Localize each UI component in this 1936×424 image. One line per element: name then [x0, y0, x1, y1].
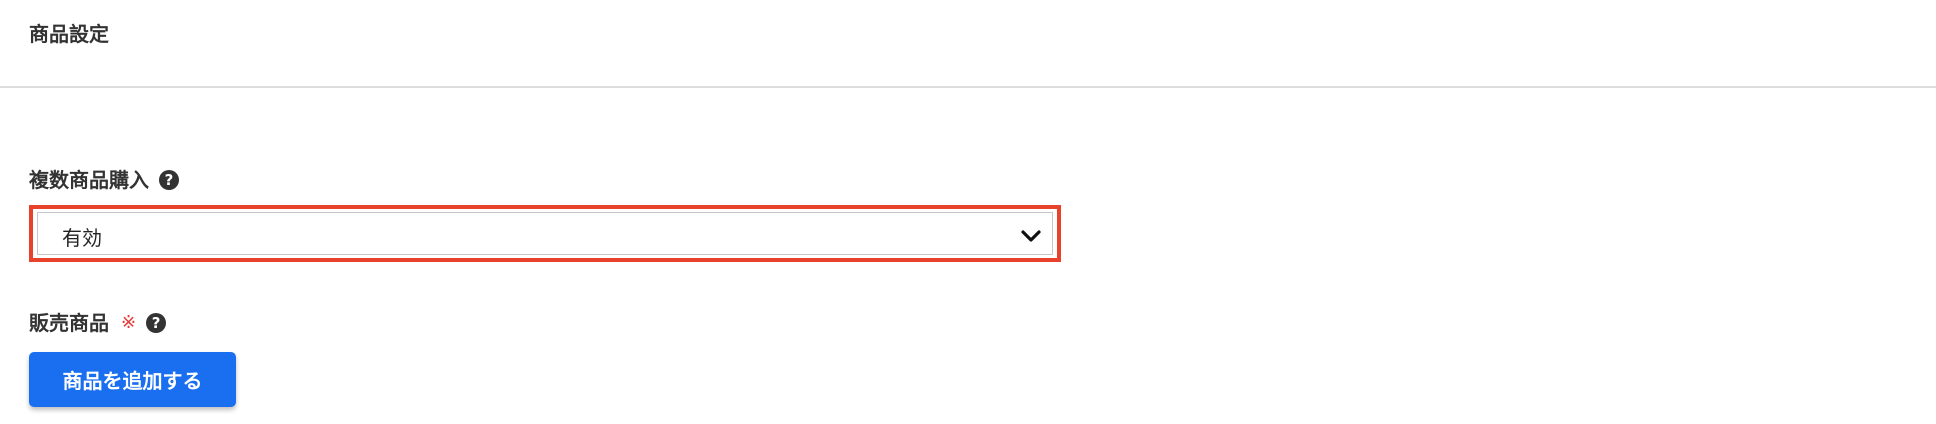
add-product-button[interactable]: 商品を追加する — [29, 352, 236, 407]
multi-purchase-label: 複数商品購入 — [29, 168, 149, 192]
multi-purchase-select-value: 有効 — [62, 226, 102, 250]
products-label: 販売商品 — [29, 311, 109, 335]
multi-purchase-select-highlight: 有効 — [29, 205, 1061, 262]
multi-purchase-label-row: 複数商品購入 ? — [29, 166, 179, 194]
product-settings-page: 商品設定 複数商品購入 ? 有効 販売商品 ※ ? 商品を追加する — [0, 0, 1936, 424]
section-title: 商品設定 — [29, 22, 109, 46]
required-mark: ※ — [121, 312, 137, 333]
chevron-down-icon — [1021, 230, 1041, 242]
section-header: 商品設定 — [0, 0, 1936, 88]
question-circle-icon[interactable]: ? — [146, 313, 167, 333]
question-circle-icon[interactable]: ? — [159, 170, 179, 190]
multi-purchase-select[interactable]: 有効 — [37, 212, 1053, 255]
products-label-row: 販売商品 ※ ? — [29, 309, 167, 337]
